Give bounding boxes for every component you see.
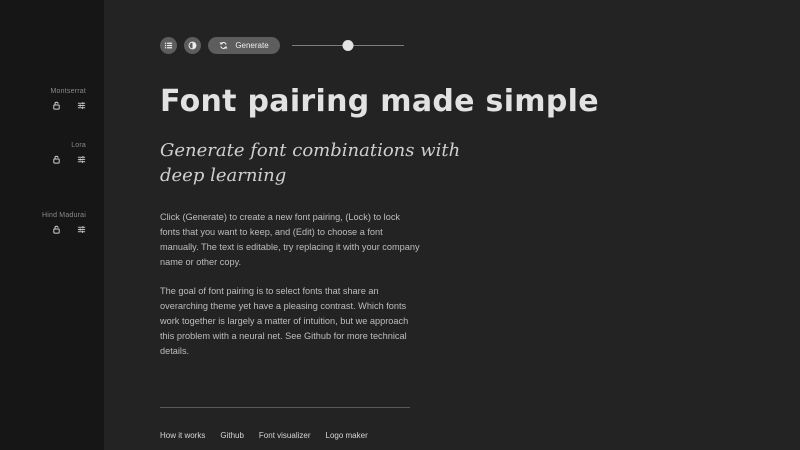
lock-icon[interactable]	[52, 225, 61, 234]
divider	[160, 407, 410, 408]
sidebar: Montserrat Lora Hind Madurai	[0, 0, 104, 450]
subheadline[interactable]: Generate font combinations with deep lea…	[160, 138, 500, 188]
contrast-icon	[188, 41, 197, 50]
lock-icon[interactable]	[52, 155, 61, 164]
body-copy[interactable]: Click (Generate) to create a new font pa…	[160, 210, 422, 373]
sliders-icon[interactable]	[77, 155, 86, 164]
main-content: Generate Font pairing made simple Genera…	[160, 0, 800, 450]
font-name-label: Lora	[71, 142, 86, 149]
font-name-label: Hind Madurai	[41, 212, 86, 219]
footer-link-font-visualizer[interactable]: Font visualizer	[259, 431, 311, 440]
sliders-icon[interactable]	[77, 225, 86, 234]
slider-thumb[interactable]	[342, 40, 354, 51]
footer-link-logo-maker[interactable]: Logo maker	[326, 431, 368, 440]
footer-link-github[interactable]: Github	[220, 431, 244, 440]
contrast-toggle-button[interactable]	[184, 36, 201, 54]
list-icon	[164, 41, 173, 50]
font-slot-3: Hind Madurai	[16, 212, 86, 234]
headline[interactable]: Font pairing made simple	[160, 84, 760, 119]
list-view-button[interactable]	[160, 36, 177, 54]
footer-links: How it works Github Font visualizer Logo…	[160, 431, 368, 440]
font-slot-1: Montserrat	[16, 88, 86, 110]
lock-icon[interactable]	[52, 101, 61, 110]
footer-link-how-it-works[interactable]: How it works	[160, 431, 205, 440]
font-name-label: Montserrat	[50, 88, 86, 95]
sliders-icon[interactable]	[77, 101, 86, 110]
paragraph[interactable]: Click (Generate) to create a new font pa…	[160, 210, 422, 270]
refresh-icon	[219, 41, 228, 50]
font-slot-2: Lora	[16, 142, 86, 164]
variation-slider[interactable]	[292, 39, 404, 51]
generate-button[interactable]: Generate	[208, 36, 280, 54]
generate-label: Generate	[235, 40, 269, 50]
toolbar: Generate	[160, 36, 404, 54]
paragraph[interactable]: The goal of font pairing is to select fo…	[160, 284, 422, 359]
